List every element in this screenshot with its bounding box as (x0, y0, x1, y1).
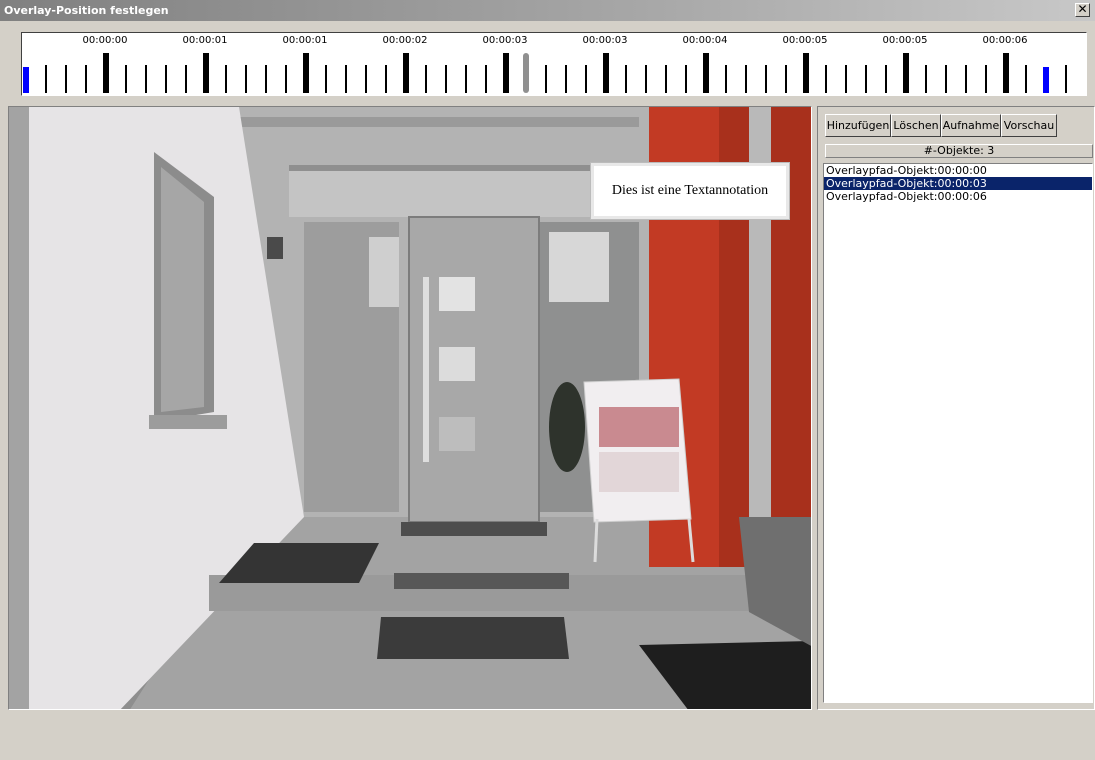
timeline-tick (945, 65, 947, 93)
timeline-tick (785, 65, 787, 93)
timeline-major-tick (603, 53, 609, 93)
add-button-label: Hinzufügen (826, 119, 890, 132)
timeline-tick (165, 65, 167, 93)
timeline-tick (325, 65, 327, 93)
timeline-major-tick (303, 53, 309, 93)
timeline-tick (245, 65, 247, 93)
timeline-time-label: 00:00:06 (982, 35, 1028, 46)
timeline-major-tick (1003, 53, 1009, 93)
video-preview[interactable]: Dies ist eine Textannotation (8, 106, 812, 710)
timeline-tick (545, 65, 547, 93)
close-button[interactable]: ✕ (1075, 3, 1090, 17)
object-count: #-Objekte: 3 (825, 144, 1093, 158)
timeline-time-label: 00:00:01 (182, 35, 228, 46)
timeline-tick (65, 65, 67, 93)
timeline-tick (645, 65, 647, 93)
object-count-text: #-Objekte: 3 (923, 144, 995, 157)
delete-button[interactable]: Löschen (891, 114, 941, 137)
delete-button-label: Löschen (893, 119, 939, 132)
close-icon: ✕ (1077, 2, 1088, 16)
timeline-time-label: 00:00:03 (482, 35, 528, 46)
timeline-tick (625, 65, 627, 93)
timeline-tick (765, 65, 767, 93)
title-bar: Overlay-Position festlegen ✕ (0, 0, 1095, 21)
timeline-major-tick (803, 53, 809, 93)
playhead-cursor (523, 53, 529, 93)
timeline-tick (925, 65, 927, 93)
timeline-tick (665, 65, 667, 93)
object-list[interactable]: Overlaypfad-Objekt:00:00:00 Overlaypfad-… (823, 163, 1093, 703)
list-item[interactable]: Overlaypfad-Objekt:00:00:00 (824, 164, 1092, 177)
objects-panel: Hinzufügen Löschen Aufnahme Vorschau #-O… (817, 106, 1095, 710)
timeline-tick (345, 65, 347, 93)
timeline-tick (1025, 65, 1027, 93)
timeline-major-tick (903, 53, 909, 93)
timeline-tick (1065, 65, 1067, 93)
timeline-time-label: 00:00:01 (282, 35, 328, 46)
timeline-tick (745, 65, 747, 93)
timeline-tick (965, 65, 967, 93)
timeline-tick (125, 65, 127, 93)
status-area (0, 712, 1095, 760)
list-item[interactable]: Overlaypfad-Objekt:00:00:06 (824, 190, 1092, 203)
timeline-major-tick (503, 53, 509, 93)
timeline-tick (825, 65, 827, 93)
timeline-tick (365, 65, 367, 93)
timeline-tick (845, 65, 847, 93)
timeline-tick (45, 65, 47, 93)
keyframe-marker (1043, 67, 1049, 93)
timeline-major-tick (103, 53, 109, 93)
timeline-tick (865, 65, 867, 93)
timeline-tick (485, 65, 487, 93)
timeline-tick (685, 65, 687, 93)
timeline-tick (445, 65, 447, 93)
text-annotation-overlay[interactable]: Dies ist eine Textannotation (590, 162, 790, 220)
timeline-time-label: 00:00:00 (82, 35, 128, 46)
timeline-time-label: 00:00:05 (782, 35, 828, 46)
timeline-tick (285, 65, 287, 93)
timeline-time-label: 00:00:02 (382, 35, 428, 46)
timeline-major-tick (703, 53, 709, 93)
window-title: Overlay-Position festlegen (4, 4, 169, 17)
list-item[interactable]: Overlaypfad-Objekt:00:00:03 (824, 177, 1092, 190)
annotation-text: Dies ist eine Textannotation (611, 183, 769, 198)
preview-button[interactable]: Vorschau (1001, 114, 1057, 137)
timeline-tick (85, 65, 87, 93)
timeline-time-label: 00:00:05 (882, 35, 928, 46)
timeline-tick (465, 65, 467, 93)
record-button[interactable]: Aufnahme (941, 114, 1001, 137)
timeline[interactable]: 00:00:00 00:00:01 00:00:01 00:00:02 00:00:03… (21, 32, 1087, 96)
timeline-tick (385, 65, 387, 93)
timeline-tick (585, 65, 587, 93)
timeline-tick (565, 65, 567, 93)
timeline-tick (885, 65, 887, 93)
timeline-tick (265, 65, 267, 93)
add-button[interactable]: Hinzufügen (825, 114, 891, 137)
preview-button-label: Vorschau (1003, 119, 1055, 132)
keyframe-marker (23, 67, 29, 93)
timeline-tick (725, 65, 727, 93)
timeline-time-label: 00:00:03 (582, 35, 628, 46)
timeline-tick (145, 65, 147, 93)
timeline-time-label: 00:00:04 (682, 35, 728, 46)
timeline-tick (185, 65, 187, 93)
timeline-major-tick (403, 53, 409, 93)
record-button-label: Aufnahme (942, 119, 1000, 132)
timeline-major-tick (203, 53, 209, 93)
timeline-tick (425, 65, 427, 93)
timeline-tick (225, 65, 227, 93)
timeline-tick (985, 65, 987, 93)
